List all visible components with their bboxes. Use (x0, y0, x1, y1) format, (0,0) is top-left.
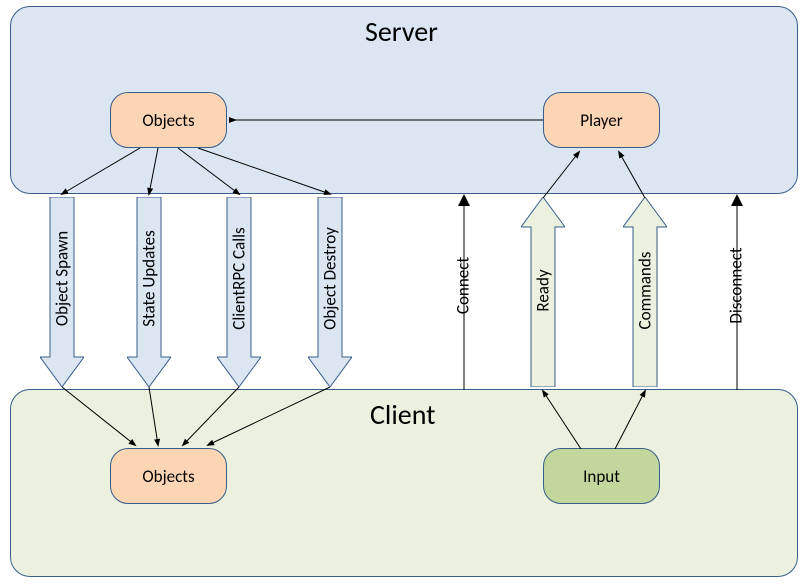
player-to-objects-arrow (227, 110, 543, 130)
server-player-label: Player (580, 110, 622, 131)
player-fanin (521, 148, 669, 198)
server-objects-label: Objects (142, 110, 194, 131)
client-objects-label: Objects (142, 466, 194, 487)
object-destroy-label: Object Destroy (320, 222, 341, 336)
server-objects-node: Objects (110, 92, 227, 148)
connect-label: Connect (453, 246, 474, 326)
input-fanout (521, 387, 669, 449)
server-title: Server (365, 14, 438, 49)
commands-label: Commands (635, 245, 656, 337)
client-title: Client (370, 397, 436, 432)
client-input-label: Input (583, 466, 620, 487)
clientrpc-calls-label: ClientRPC Calls (229, 222, 250, 336)
client-objects-node: Objects (110, 448, 227, 504)
server-objects-fanout (40, 148, 354, 198)
client-objects-fanin (40, 387, 354, 449)
state-updates-label: State Updates (139, 229, 160, 329)
ready-label: Ready (533, 251, 554, 331)
disconnect-label: Disconnect (726, 241, 747, 331)
server-player-node: Player (543, 92, 660, 148)
object-spawn-label: Object Spawn (52, 229, 73, 329)
client-input-node: Input (543, 448, 660, 504)
